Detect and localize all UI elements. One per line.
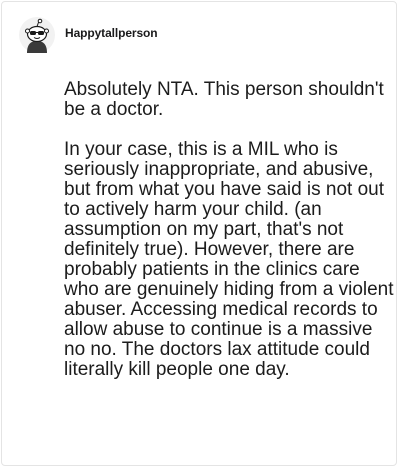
comment-body: Absolutely NTA. This person shouldn't be… [64, 80, 394, 380]
snoo-avatar-icon[interactable] [19, 17, 55, 53]
comment-paragraph: Absolutely NTA. This person shouldn't be… [64, 79, 384, 120]
comment-header: Happytallperson [19, 16, 158, 54]
comment-paragraph: In your case, this is a MIL who is serio… [64, 139, 394, 380]
username-link[interactable]: Happytallperson [65, 26, 158, 40]
comment-card: Happytallperson Absolutely NTA. This per… [1, 1, 397, 466]
